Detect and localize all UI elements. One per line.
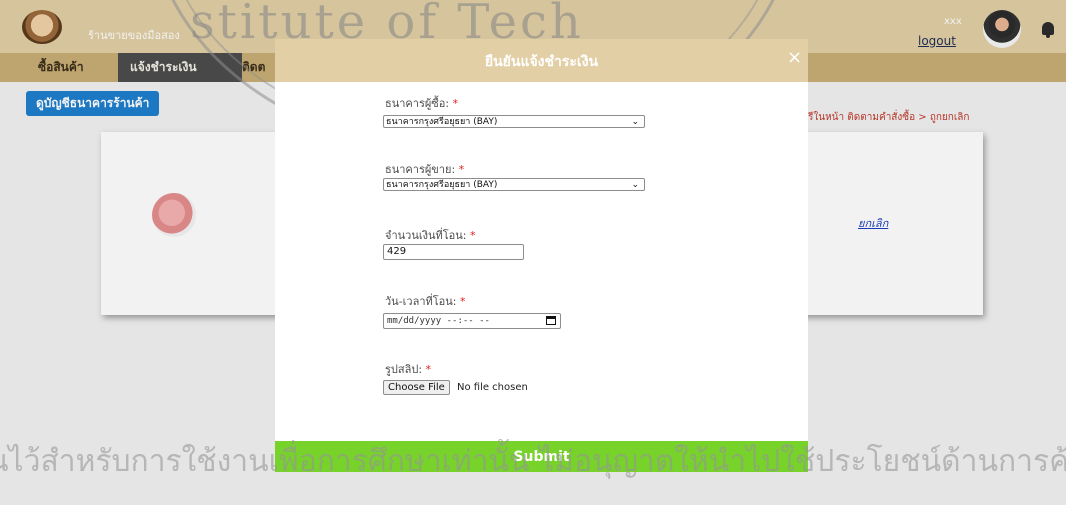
- required-mark: *: [425, 363, 432, 376]
- calendar-icon[interactable]: [546, 316, 556, 325]
- slip-label-text: รูปสลิป:: [385, 363, 423, 376]
- amount-label-text: จำนวนเงินที่โอน:: [385, 229, 467, 242]
- transfer-datetime-input[interactable]: mm/dd/yyyy --:-- --: [383, 313, 561, 329]
- buyer-bank-select[interactable]: ธนาคารกรุงศรีอยุธยา (BAY) ⌄: [383, 115, 645, 128]
- amount-input[interactable]: 429: [383, 244, 524, 260]
- close-icon[interactable]: ×: [787, 47, 802, 68]
- required-mark: *: [460, 295, 466, 308]
- file-status: No file chosen: [457, 382, 528, 393]
- modal-title: ยืนยันแจ้งชำระเงิน: [484, 54, 599, 70]
- required-mark: *: [452, 97, 459, 110]
- buyer-bank-label-text: ธนาคารผู้ซื้อ:: [385, 97, 450, 110]
- seller-bank-label: ธนาคารผู้ขาย: *: [385, 160, 464, 178]
- seller-bank-label-text: ธนาคารผู้ขาย:: [385, 163, 456, 176]
- seller-bank-select[interactable]: ธนาคารกรุงศรีอยุธยา (BAY) ⌄: [383, 178, 645, 191]
- chevron-down-icon: ⌄: [631, 180, 639, 190]
- payment-confirm-modal: ยืนยันแจ้งชำระเงิน × ธนาคารผู้ซื้อ: * ธน…: [275, 39, 808, 472]
- modal-header: ยืนยันแจ้งชำระเงิน ×: [275, 39, 808, 82]
- required-mark: *: [469, 229, 476, 242]
- slip-label: รูปสลิป: *: [385, 360, 431, 378]
- seller-bank-value: ธนาคารกรุงศรีอยุธยา (BAY): [386, 180, 498, 190]
- buyer-bank-value: ธนาคารกรุงศรีอยุธยา (BAY): [386, 117, 498, 127]
- amount-label: จำนวนเงินที่โอน: *: [385, 226, 475, 244]
- buyer-bank-label: ธนาคารผู้ซื้อ: *: [385, 94, 458, 112]
- required-mark: *: [458, 163, 465, 176]
- transfer-datetime-label: วัน-เวลาที่โอน: *: [385, 292, 466, 310]
- chevron-down-icon: ⌄: [631, 117, 639, 127]
- transfer-datetime-label-text: วัน-เวลาที่โอน:: [385, 295, 457, 308]
- choose-file-button[interactable]: Choose File: [383, 380, 450, 395]
- watermark-bottom-text: นไว้สำหรับการใช้งานเพื่อการศึกษาเท่านั้น…: [0, 444, 1066, 479]
- transfer-datetime-value: mm/dd/yyyy --:-- --: [387, 316, 490, 326]
